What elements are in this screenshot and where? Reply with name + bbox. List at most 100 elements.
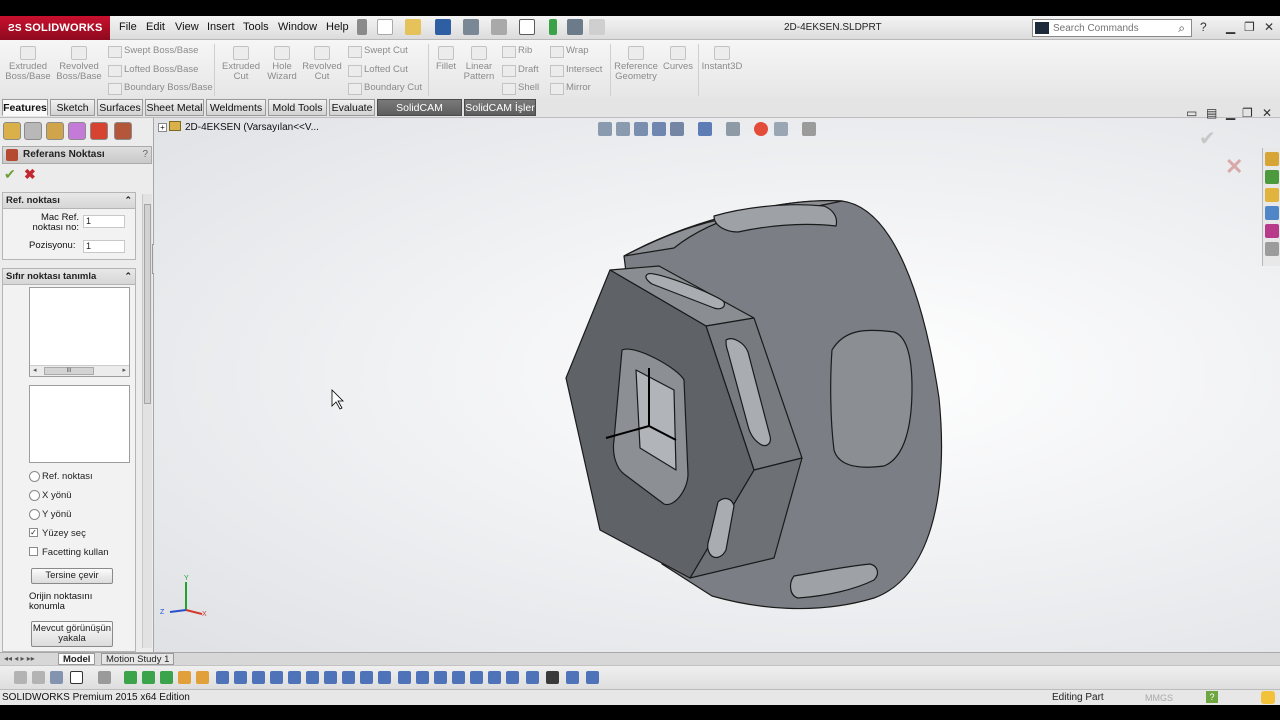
rebuild-warning-icon[interactable] (1261, 691, 1275, 704)
extruded-boss-button[interactable]: Extruded Boss/Base (5, 46, 51, 82)
linear-pattern-button[interactable]: Linear Pattern (462, 46, 496, 82)
target-icon[interactable] (196, 671, 209, 684)
instant3d-button[interactable]: Instant3D (701, 46, 743, 72)
operation-icon-8[interactable] (342, 671, 355, 684)
ok-icon[interactable]: ✔ (4, 166, 16, 183)
selection-list[interactable]: ◂ III ▸ (29, 287, 130, 377)
simulation-icon[interactable] (546, 671, 559, 684)
revolved-cut-button[interactable]: Revolved Cut (302, 46, 342, 82)
resources-icon[interactable] (1265, 170, 1279, 184)
help-icon[interactable]: ? (142, 147, 148, 163)
search-commands[interactable]: ⌕ (1032, 19, 1192, 37)
collapse-icon[interactable]: ⌃ (124, 269, 132, 284)
menu-file[interactable]: File (119, 21, 137, 33)
chain-icon[interactable] (142, 671, 155, 684)
menu-insert[interactable]: Insert (207, 21, 235, 33)
open-icon[interactable] (405, 19, 421, 35)
rib-button[interactable]: Rib (502, 45, 532, 58)
home-icon[interactable] (1265, 152, 1279, 166)
mirror-button[interactable]: Mirror (550, 82, 591, 95)
scroll-thumb[interactable]: III (44, 367, 94, 375)
cancel-icon[interactable]: ✖ (24, 166, 36, 183)
configuration-manager-icon[interactable] (46, 122, 64, 140)
swept-cut-button[interactable]: Swept Cut (348, 45, 408, 58)
checkbox-surface-select[interactable]: ✓ Yüzey seç (29, 528, 86, 539)
menu-view[interactable]: View (175, 21, 199, 33)
operation-icon-18[interactable] (526, 671, 539, 684)
vertical-scrollbar[interactable] (142, 194, 152, 648)
lofted-cut-button[interactable]: Lofted Cut (348, 64, 408, 77)
operation-icon-1[interactable] (216, 671, 229, 684)
pointer-icon[interactable] (70, 671, 83, 684)
revolved-boss-button[interactable]: Revolved Boss/Base (56, 46, 102, 82)
scroll-right-icon[interactable]: ▸ (122, 366, 126, 374)
rebuild-icon[interactable] (549, 19, 557, 35)
radio-y-direction[interactable]: Y yönü (29, 509, 71, 520)
menu-window[interactable]: Window (278, 21, 317, 33)
menu-tools[interactable]: Tools (243, 21, 269, 33)
operation-icon-16[interactable] (488, 671, 501, 684)
custom-properties-icon[interactable] (1265, 242, 1279, 256)
operation-icon-14[interactable] (452, 671, 465, 684)
zero-point-group-header[interactable]: Sıfır noktası tanımla ⌃ (3, 269, 135, 285)
new-document-icon[interactable] (377, 19, 393, 35)
operation-icon-19[interactable] (566, 671, 579, 684)
minimize-icon[interactable]: ▁ (1226, 20, 1235, 34)
operation-icon-13[interactable] (434, 671, 447, 684)
boundary-boss-button[interactable]: Boundary Boss/Base (108, 82, 213, 95)
operation-icon-6[interactable] (306, 671, 319, 684)
radio-ref-point[interactable]: Ref. noktası (29, 471, 93, 482)
operation-icon-9[interactable] (360, 671, 373, 684)
select-other-icon[interactable] (98, 671, 111, 684)
operation-icon-2[interactable] (234, 671, 247, 684)
checkbox-facetting[interactable]: Facetting kullan (29, 547, 109, 558)
filter-faces-icon[interactable] (50, 671, 63, 684)
unit-system[interactable]: MMGS (1145, 693, 1173, 703)
tab-weldments[interactable]: Weldments (206, 99, 266, 116)
horizontal-scrollbar[interactable]: ◂ III ▸ (30, 365, 129, 376)
selection-filter-icon[interactable] (32, 671, 45, 684)
ref-point-group-header[interactable]: Ref. noktası ⌃ (3, 193, 135, 209)
menu-help[interactable]: Help (326, 21, 349, 33)
operation-icon-17[interactable] (506, 671, 519, 684)
capture-view-button[interactable]: Mevcut görünüşün yakala (31, 621, 113, 647)
tab-motion-study[interactable]: Motion Study 1 (101, 653, 175, 665)
undo-icon[interactable] (491, 19, 507, 35)
tab-evaluate[interactable]: Evaluate (329, 99, 375, 116)
operation-icon-12[interactable] (416, 671, 429, 684)
tab-solidcam-isler[interactable]: SolidCAM İşler (464, 99, 536, 116)
boundary-cut-button[interactable]: Boundary Cut (348, 82, 422, 95)
operation-icon-3[interactable] (252, 671, 265, 684)
operation-icon-7[interactable] (324, 671, 337, 684)
scroll-left-icon[interactable]: ◂ (33, 366, 37, 374)
shell-button[interactable]: Shell (502, 82, 539, 95)
operation-icon-4[interactable] (270, 671, 283, 684)
collapse-icon[interactable]: ⌃ (124, 193, 132, 208)
lofted-boss-button[interactable]: Lofted Boss/Base (108, 64, 198, 77)
operation-icon-20[interactable] (586, 671, 599, 684)
tab-sketch[interactable]: Sketch (50, 99, 95, 116)
swept-boss-button[interactable]: Swept Boss/Base (108, 45, 198, 58)
pin-icon[interactable] (357, 19, 367, 35)
tab-features[interactable]: Features (2, 99, 48, 116)
intersect-button[interactable]: Intersect (550, 64, 602, 77)
print-icon[interactable] (463, 19, 479, 35)
property-manager-icon[interactable] (24, 122, 42, 140)
mac-ref-input[interactable]: 1 (83, 215, 125, 228)
scroll-thumb[interactable] (144, 204, 151, 404)
search-input[interactable] (1053, 21, 1171, 35)
menu-edit[interactable]: Edit (146, 21, 165, 33)
operation-icon-11[interactable] (398, 671, 411, 684)
help-icon[interactable]: ? (1200, 20, 1207, 34)
tab-mold-tools[interactable]: Mold Tools (268, 99, 327, 116)
wrap-button[interactable]: Wrap (550, 45, 589, 58)
restore-icon[interactable]: ❐ (1244, 20, 1255, 34)
tab-nav-arrows[interactable]: ◂◂ ◂ ▸ ▸▸ (4, 654, 35, 663)
tab-solidcam-parcasi[interactable]: SolidCAM Parçası (377, 99, 462, 130)
solidcam-manager-icon[interactable] (114, 122, 132, 140)
part-model[interactable] (154, 118, 1280, 652)
secondary-list[interactable] (29, 385, 130, 463)
design-library-icon[interactable] (1265, 188, 1279, 202)
tab-sheet-metal[interactable]: Sheet Metal (145, 99, 204, 116)
tab-model[interactable]: Model (58, 653, 96, 665)
